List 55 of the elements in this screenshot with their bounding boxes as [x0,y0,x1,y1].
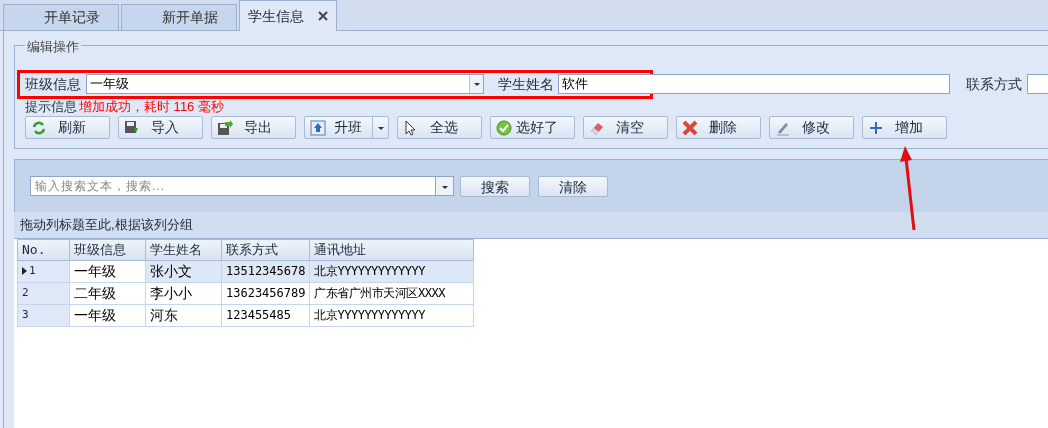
table-cell: 张小文 [150,262,192,279]
field-label: 学生姓名 [498,74,554,94]
row-indicator-icon [22,267,27,275]
toolbar-button[interactable]: 导出 [211,116,296,139]
field-label: 联系方式 [966,74,1022,94]
toolbar-button[interactable]: 清空 [583,116,668,139]
toolbar-button[interactable]: 增加 [862,116,947,139]
combo-field[interactable]: 一年级 [86,74,484,94]
table-cell: 123455485 [226,307,292,322]
text-field[interactable] [1027,74,1048,94]
prompt-label: 提示信息 [25,97,77,116]
save-import-icon [124,119,140,136]
delete-icon [682,119,698,136]
tab[interactable]: 开单记录 [3,4,119,30]
toolbar-button[interactable]: 导入 [118,116,203,139]
tab[interactable]: 新开单据 [121,4,237,30]
search-field[interactable]: 输入搜索文本，搜索... [30,176,436,196]
toolbar-button[interactable]: 升班 [304,116,389,139]
save-export-icon [217,119,233,136]
check-icon [496,119,512,136]
table-cell: 北京YYYYYYYYYYYYY [314,307,425,322]
table-cell: 13623456789 [226,285,306,300]
dropdown-caret-icon[interactable] [469,75,483,93]
toolbar-button[interactable]: 刷新 [25,116,110,139]
table-cell: 13512345678 [226,263,306,278]
close-icon[interactable] [318,11,328,21]
row-number: 3 [22,306,29,323]
column-header[interactable]: 通讯地址 [310,239,474,260]
field-label: 班级信息 [25,74,81,94]
table-cell: 河东 [150,306,178,323]
column-header[interactable]: No. [17,239,70,260]
toolbar-button[interactable]: 全选 [397,116,482,139]
group-by-hint: 拖动列标题至此,根据该列分组 [20,216,193,235]
toolbar-button[interactable]: 删除 [676,116,761,139]
toolbar-button[interactable]: 修改 [769,116,854,139]
table-cell: 一年级 [74,306,116,323]
table-cell: 李小小 [150,284,192,301]
table-cell: 一年级 [74,262,116,279]
upload-icon [310,119,326,136]
table-cell: 二年级 [74,284,116,301]
prompt-message: 增加成功，耗时 116 毫秒 [79,97,224,116]
toolbar-button[interactable]: 选好了 [490,116,575,139]
table-cell: 广东省广州市天河区XXXX [314,285,445,300]
tab[interactable]: 学生信息 [239,0,337,31]
text-field[interactable]: 软件 [558,74,950,94]
search-bar-button[interactable]: 清除 [538,175,608,197]
plus-icon [868,119,884,136]
column-header[interactable]: 学生姓名 [145,239,222,260]
row-number: 1 [29,262,36,279]
search-bar-button[interactable]: 搜索 [460,175,530,197]
column-header[interactable]: 联系方式 [221,239,310,260]
column-header[interactable]: 班级信息 [69,239,146,260]
row-number: 2 [22,284,29,301]
refresh-icon [31,119,47,136]
table-cell: 北京YYYYYYYYYYYYY [314,263,425,278]
